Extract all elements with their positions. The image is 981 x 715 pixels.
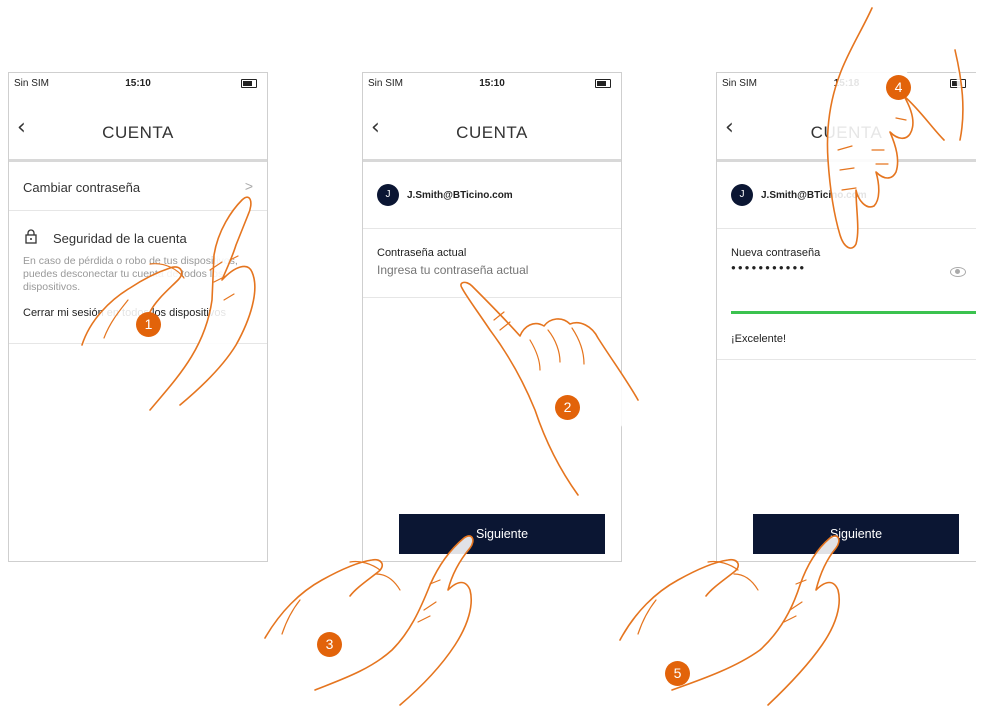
user-row: J J.Smith@BTicino.com bbox=[363, 162, 621, 229]
app-header: ‹ CUENTA bbox=[363, 101, 621, 162]
battery-icon bbox=[950, 79, 966, 88]
password-strength-row: ¡Excelente! bbox=[717, 315, 976, 360]
page-title: CUENTA bbox=[102, 123, 174, 142]
battery-icon bbox=[241, 79, 257, 88]
password-strength-bar bbox=[731, 311, 976, 314]
clock: 15:18 bbox=[833, 78, 860, 89]
change-password-label: Cambiar contraseña bbox=[23, 180, 141, 195]
new-password-label: Nueva contraseña bbox=[731, 247, 821, 259]
new-password-field[interactable]: Nueva contraseña ●●●●●●●●●●● bbox=[717, 229, 976, 297]
user-email: J.Smith@BTicino.com bbox=[407, 190, 513, 201]
step-badge-1: 1 bbox=[136, 312, 161, 337]
chevron-right-icon: > bbox=[244, 178, 253, 194]
avatar: J bbox=[377, 184, 399, 206]
user-email: J.Smith@BTicino.com bbox=[761, 190, 867, 201]
current-password-field: Contraseña actual bbox=[363, 229, 621, 298]
current-password-label: Contraseña actual bbox=[377, 247, 467, 259]
step-badge-4: 4 bbox=[886, 75, 911, 100]
app-header: ‹ CUENTA bbox=[9, 101, 267, 162]
new-password-value: ●●●●●●●●●●● bbox=[731, 263, 807, 272]
lock-icon bbox=[25, 229, 37, 247]
screen-current-password: Sin SIM 15:10 ‹ CUENTA J J.Smith@BTicino… bbox=[362, 72, 622, 562]
status-bar: Sin SIM 15:18 bbox=[717, 73, 976, 93]
avatar: J bbox=[731, 184, 753, 206]
clock: 15:10 bbox=[125, 78, 151, 89]
status-bar: Sin SIM 15:10 bbox=[9, 73, 267, 93]
step-badge-5: 5 bbox=[665, 661, 690, 686]
eye-icon[interactable] bbox=[950, 267, 966, 277]
current-password-input[interactable] bbox=[377, 263, 607, 277]
account-security-title: Seguridad de la cuenta bbox=[53, 231, 187, 246]
app-header: ‹ CUENTA bbox=[717, 101, 976, 162]
user-row: J J.Smith@BTicino.com bbox=[717, 162, 976, 229]
step-badge-3: 3 bbox=[317, 632, 342, 657]
clock: 15:10 bbox=[479, 78, 505, 89]
account-security-description: En caso de pérdida o robo de tus disposi… bbox=[23, 255, 238, 293]
page-title: CUENTA bbox=[456, 123, 528, 142]
next-button[interactable]: Siguiente bbox=[399, 514, 605, 554]
battery-icon bbox=[595, 79, 611, 88]
step-badge-2: 2 bbox=[555, 395, 580, 420]
status-bar: Sin SIM 15:10 bbox=[363, 73, 621, 93]
next-button[interactable]: Siguiente bbox=[753, 514, 959, 554]
page-title: CUENTA bbox=[810, 123, 883, 142]
password-strength-label: ¡Excelente! bbox=[731, 333, 787, 345]
logout-all-devices-link[interactable]: Cerrar mi sesión en todos los dispositiv… bbox=[23, 307, 226, 319]
screen-new-password: Sin SIM 15:18 ‹ CUENTA J J.Smith@BTicino… bbox=[716, 72, 976, 562]
change-password-row[interactable]: Cambiar contraseña > bbox=[9, 162, 267, 211]
